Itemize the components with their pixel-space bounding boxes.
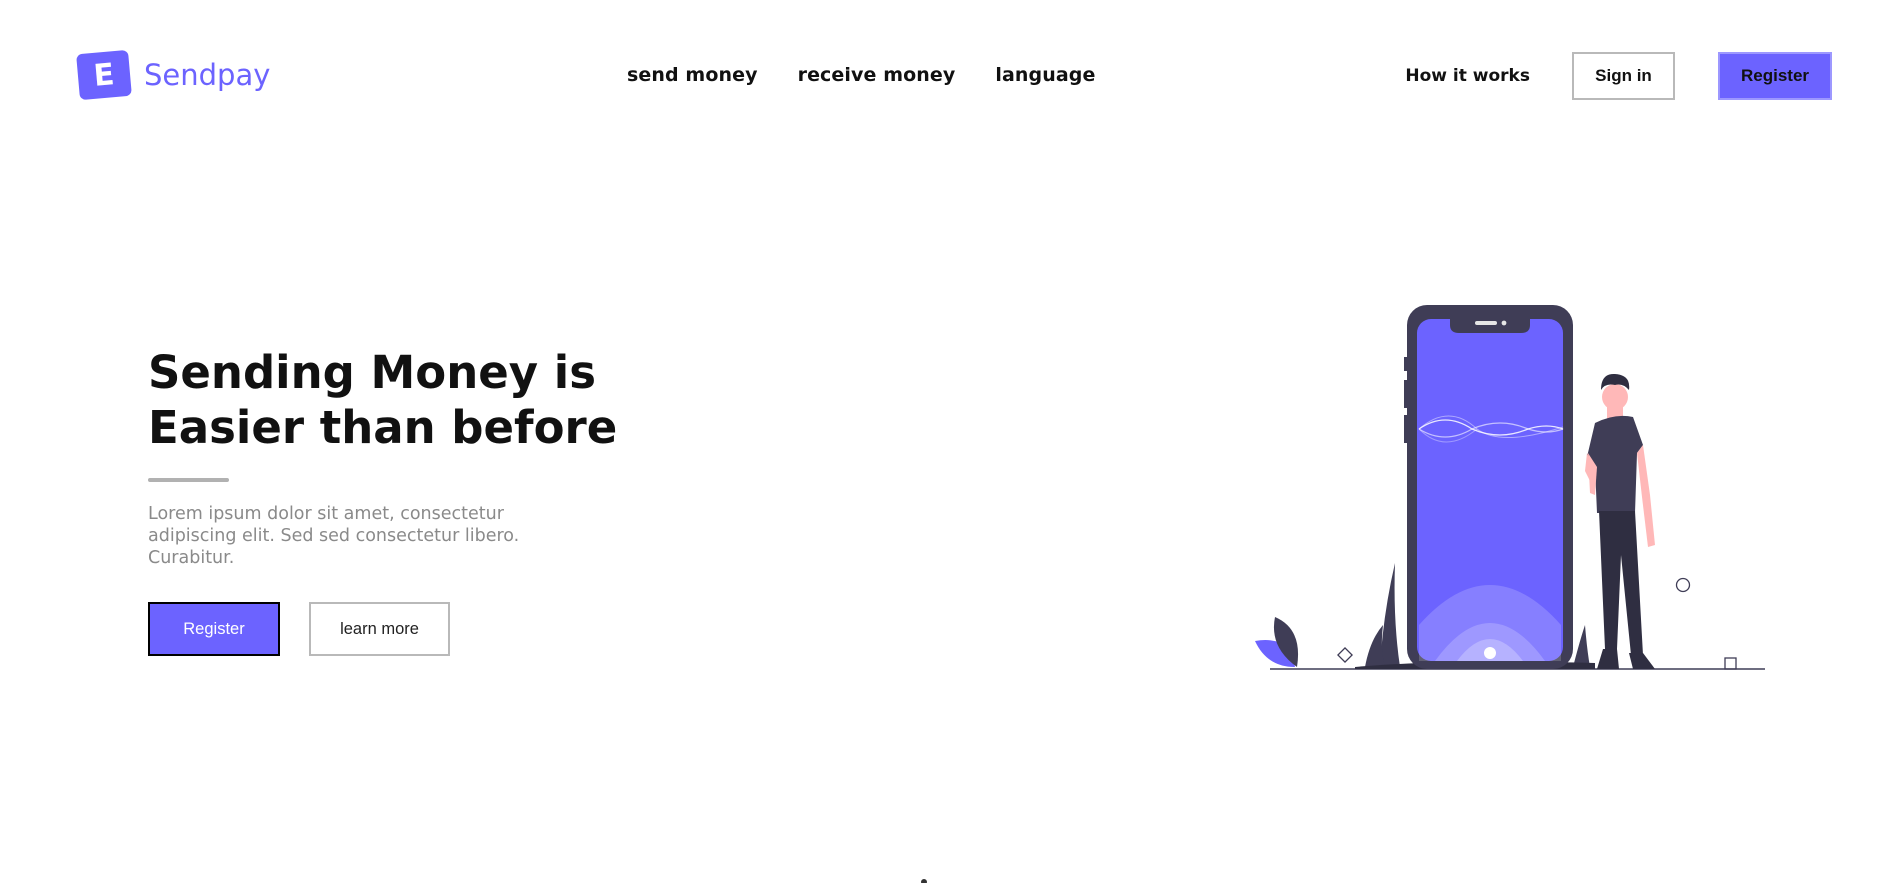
learn-more-button[interactable]: learn more [309, 602, 450, 656]
site-header: E Sendpay send money receive money langu… [0, 0, 1895, 150]
hero-description: Lorem ipsum dolor sit amet, consectetur … [148, 504, 520, 568]
hero-divider [148, 478, 229, 482]
sendpay-logo-icon: E [76, 49, 132, 101]
brand-link[interactable]: E Sendpay [76, 49, 271, 101]
hero-title-line-2: Easier than before [148, 401, 618, 454]
how-it-works-link[interactable]: How it works [1405, 66, 1530, 86]
illustration-svg [1255, 305, 1765, 670]
hero-section: Sending Money is Easier than before Lore… [148, 345, 668, 656]
nav-language[interactable]: language [995, 64, 1095, 86]
hero-title: Sending Money is Easier than before [148, 345, 668, 455]
register-button-header[interactable]: Register [1718, 52, 1832, 100]
hero-actions: Register learn more [148, 602, 668, 656]
brand-name: Sendpay [144, 58, 271, 92]
nav-receive-money[interactable]: receive money [798, 64, 956, 86]
nav-send-money[interactable]: send money [627, 64, 758, 86]
main-nav: send money receive money language [627, 64, 1095, 86]
register-button-hero[interactable]: Register [148, 602, 280, 656]
hero-title-line-1: Sending Money is [148, 346, 596, 399]
phone-person-illustration [1245, 295, 1785, 680]
sign-in-button[interactable]: Sign in [1572, 52, 1675, 100]
account-nav: How it works Sign in Register [1405, 52, 1832, 100]
scroll-indicator-dot [921, 879, 927, 883]
